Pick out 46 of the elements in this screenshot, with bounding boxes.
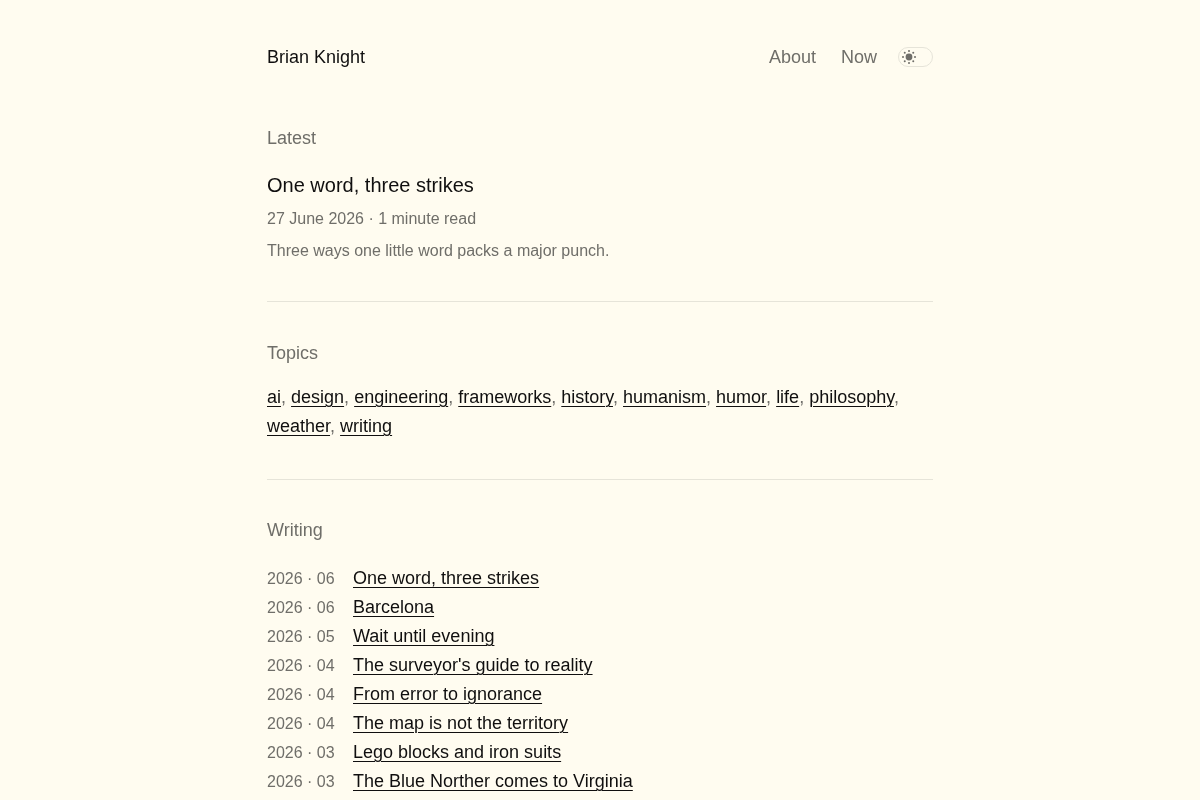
- post-link[interactable]: One word, three strikes: [353, 568, 540, 588]
- topic-separator: ,: [448, 387, 454, 407]
- post-link[interactable]: The map is not the territory: [353, 713, 569, 733]
- post-link[interactable]: The Blue Norther comes to Virginia: [353, 771, 633, 791]
- topic-separator: ,: [330, 416, 336, 436]
- section-heading: Topics: [267, 342, 320, 365]
- post-date: 2026 · 04: [267, 714, 336, 734]
- sun-icon: [902, 50, 916, 64]
- topic-separator: ,: [799, 387, 805, 407]
- post-date: 2026 · 04: [267, 656, 336, 676]
- section-heading: Writing: [267, 519, 324, 542]
- topic-link[interactable]: writing: [340, 416, 393, 436]
- topic-link[interactable]: humanism: [623, 387, 707, 407]
- post-link[interactable]: Lego blocks and iron suits: [353, 742, 562, 762]
- post-link[interactable]: The surveyor's guide to reality: [353, 655, 593, 675]
- post-date: 2026 · 03: [267, 772, 336, 792]
- post-date: 2026 · 06: [267, 569, 336, 589]
- topic-link[interactable]: humor: [716, 387, 767, 407]
- topic-link[interactable]: weather: [267, 416, 331, 436]
- topic-separator: ,: [281, 387, 287, 407]
- post-date: 2026 · 03: [267, 743, 336, 763]
- topic-link[interactable]: philosophy: [809, 387, 894, 407]
- post-link[interactable]: Barcelona: [353, 597, 435, 617]
- topic-link[interactable]: design: [291, 387, 345, 407]
- post-date: 2026 · 05: [267, 627, 336, 647]
- post-link[interactable]: Wait until evening: [353, 626, 495, 646]
- topic-link[interactable]: frameworks: [458, 387, 552, 407]
- post-date: 2026 · 04: [267, 685, 336, 705]
- topic-link[interactable]: life: [776, 387, 800, 407]
- nav-link[interactable]: About: [768, 44, 816, 70]
- topic-separator: ,: [344, 387, 350, 407]
- latest-post-title[interactable]: One word, three strikes: [267, 171, 474, 199]
- post-date: 2026 · 06: [267, 598, 336, 618]
- topic-separator: ,: [551, 387, 557, 407]
- topic-link[interactable]: ai: [267, 387, 281, 407]
- topic-link[interactable]: engineering: [354, 387, 449, 407]
- theme-toggle[interactable]: [898, 47, 933, 67]
- topic-separator: ,: [766, 387, 772, 407]
- nav-link[interactable]: Now: [841, 44, 877, 70]
- post-link[interactable]: From error to ignorance: [353, 684, 543, 704]
- topic-separator: ,: [706, 387, 712, 407]
- topic-link[interactable]: history: [561, 387, 613, 407]
- post-summary: Three ways one little word packs a major punch.: [267, 241, 611, 261]
- section-heading: Latest: [267, 127, 318, 150]
- post-meta: 27 June 2026 · 1 minute read: [267, 209, 478, 229]
- site-title[interactable]: Brian Knight: [267, 44, 366, 70]
